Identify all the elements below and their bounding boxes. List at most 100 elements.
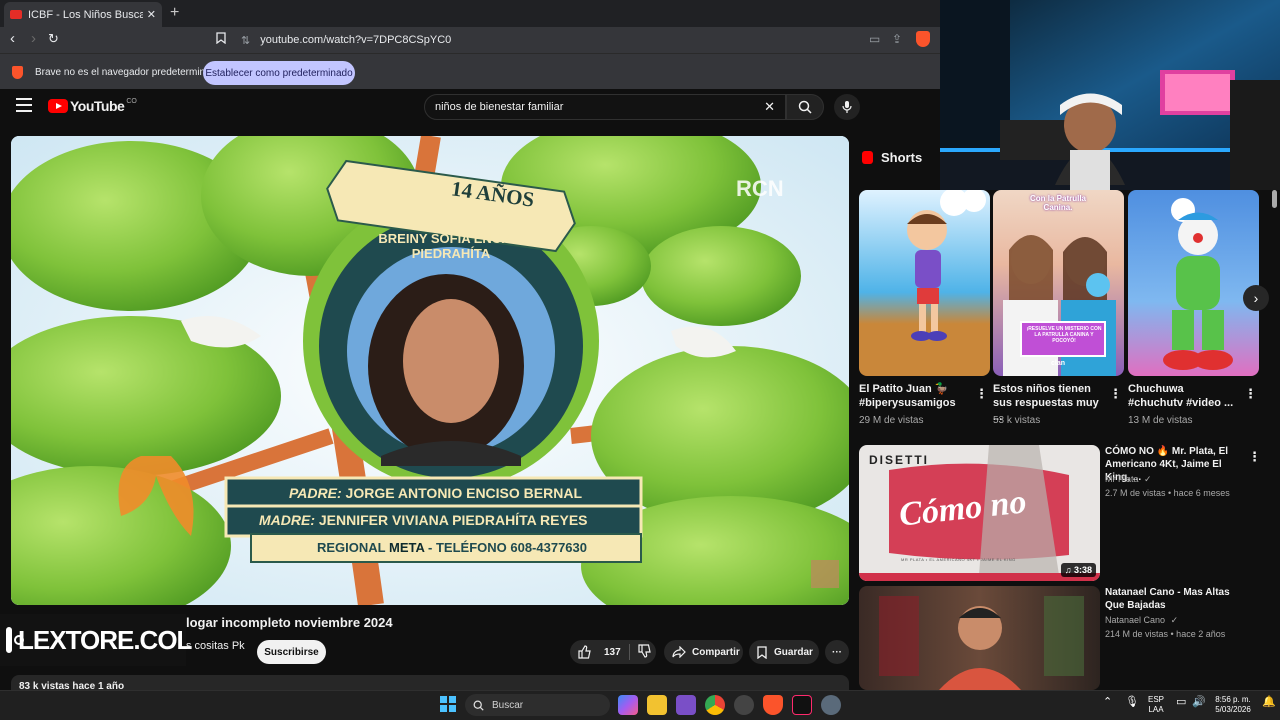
search-value: niños de bienestar familiar — [435, 101, 564, 113]
page-scrollbar[interactable] — [1271, 190, 1278, 688]
brave-logo-icon — [12, 66, 23, 79]
shorts-mini-icon: ♫ — [1064, 565, 1072, 575]
notification-icon[interactable]: 🔔 — [1262, 697, 1276, 708]
url-text: youtube.com/watch?v=7DPC8CSpYC0 — [260, 34, 452, 46]
browser-tab[interactable]: ICBF - Los Niños Buscan Su Hog ✕ — [4, 2, 162, 27]
app-icon[interactable] — [676, 695, 696, 715]
tiktok-icon[interactable] — [792, 695, 812, 715]
search-icon — [473, 700, 484, 711]
voice-search-button[interactable] — [834, 94, 860, 120]
search-button[interactable] — [786, 94, 824, 120]
verified-icon: ✓ — [1170, 615, 1179, 625]
channel-watermark: RCN — [736, 176, 784, 201]
infobar-message: Brave no es el navegador predeterminado — [35, 67, 222, 78]
short-menu-icon[interactable]: ⋮ — [975, 386, 988, 402]
video-player[interactable]: 14 AÑOS BREINY SOFÍA ENCISO PIEDRAHÍTA P… — [11, 136, 849, 605]
overlay-padre-row: PADRE: JORGE ANTONIO ENCISO BERNAL — [289, 485, 582, 501]
save-button[interactable]: Guardar — [749, 640, 819, 664]
stream-watermark-text: LEXTORE.COL — [18, 624, 192, 655]
forward-icon[interactable]: › — [31, 30, 36, 47]
network-icon[interactable]: ▭ — [1176, 697, 1186, 708]
short-thumbnail[interactable]: Con la Patrulla Canina. ¡RESUELVE UN MIS… — [993, 190, 1124, 376]
new-tab-button[interactable]: + — [170, 4, 179, 22]
system-clock[interactable]: 8:56 p. m. 5/03/2026 — [1210, 695, 1256, 715]
shorts-icon — [862, 151, 873, 164]
related-channel[interactable]: Natanael Cano ✓ — [1105, 615, 1178, 626]
overlay-padre-name: JORGE ANTONIO ENCISO BERNAL — [345, 485, 582, 501]
cartoon-boy-thumb — [907, 190, 986, 341]
short-thumb-badge: ¡RESUELVE UN MISTERIO CON LA PATRULLA CA… — [1026, 326, 1102, 344]
video-frame — [11, 136, 849, 605]
taskbar-search[interactable]: Buscar — [465, 694, 610, 716]
save-label: Guardar — [774, 646, 813, 658]
clown-thumb — [1163, 198, 1233, 370]
share-page-icon[interactable]: ⇪ — [892, 32, 902, 46]
clock-app-icon[interactable] — [734, 695, 754, 715]
site-info-icon[interactable]: ⇅ — [241, 34, 250, 47]
like-button[interactable]: 137 — [578, 645, 621, 659]
brave-shields-icon[interactable] — [916, 31, 930, 47]
short-title[interactable]: El Patito Juan 🦆 #biperysusamigos — [859, 382, 971, 410]
shorts-next-button[interactable]: › — [1243, 285, 1269, 311]
youtube-logo[interactable]: YouTube CO — [48, 98, 137, 114]
video-duration: ♫ 3:38 — [1060, 563, 1096, 577]
dislike-button[interactable] — [638, 643, 652, 661]
related-menu-icon[interactable]: ⋮ — [1248, 449, 1261, 465]
back-icon[interactable]: ‹ — [10, 30, 15, 47]
clock-time: 8:56 p. m. — [1215, 695, 1251, 704]
file-explorer-icon[interactable] — [647, 695, 667, 715]
address-bar[interactable]: ⇅ youtube.com/watch?v=7DPC8CSpYC0 — [235, 29, 905, 51]
subscribe-button[interactable]: Suscribirse — [257, 640, 326, 664]
short-menu-icon[interactable]: ⋮ — [1109, 386, 1122, 402]
overlay-region: META — [389, 540, 425, 555]
settings-gear-icon[interactable] — [821, 695, 841, 715]
related-video-title[interactable]: Natanael Cano - Mas Altas Que Bajadas — [1105, 586, 1245, 612]
related-video-thumbnail[interactable] — [859, 586, 1100, 690]
brave-taskbar-icon[interactable] — [763, 695, 783, 715]
short-views: 29 M de vistas — [859, 415, 924, 426]
instagram-icon — [6, 627, 24, 653]
video-title: logar incompleto noviembre 2024 — [186, 615, 393, 630]
copilot-icon[interactable] — [618, 695, 638, 715]
chrome-icon[interactable] — [705, 695, 725, 715]
tab-close-icon[interactable]: ✕ — [147, 8, 156, 21]
bookmark-icon[interactable] — [216, 32, 226, 47]
share-label: Compartir — [692, 646, 740, 658]
youtube-play-icon — [48, 99, 68, 113]
clock-date: 5/03/2026 — [1215, 705, 1251, 714]
channel-name[interactable]: s cositas Pk — [186, 640, 245, 652]
related-channel[interactable]: Mr Plata ✓ — [1105, 474, 1152, 485]
thumbs-up-icon — [578, 645, 591, 659]
volume-icon[interactable]: 🔊 — [1192, 697, 1206, 708]
shorts-title: Shorts — [881, 150, 923, 165]
overlay-madre-row: MADRE: JENNIFER VIVIANA PIEDRAHÍTA REYES — [259, 512, 588, 528]
like-count: 137 — [604, 646, 621, 658]
search-input[interactable]: niños de bienestar familiar ✕ — [424, 94, 786, 120]
search-icon — [798, 100, 812, 114]
related-meta: 2.7 M de vistas • hace 6 meses — [1105, 488, 1230, 498]
short-views: 53 k vistas — [993, 415, 1041, 426]
reload-icon[interactable]: ↻ — [48, 31, 59, 47]
short-thumbnail[interactable] — [1128, 190, 1259, 376]
microphone-icon — [842, 101, 852, 113]
more-actions-button[interactable]: ··· — [825, 640, 849, 664]
tray-mic-icon[interactable]: 🎙 — [1125, 697, 1139, 708]
share-button[interactable]: Compartir — [664, 640, 743, 664]
chevron-right-icon: › — [1253, 290, 1259, 306]
short-thumbnail[interactable] — [859, 190, 990, 376]
streamer-camera-feed — [940, 0, 1280, 190]
short-menu-icon[interactable]: ⋮ — [1244, 386, 1257, 402]
windows-start-icon[interactable] — [440, 696, 456, 712]
shorts-header: Shorts — [862, 150, 922, 165]
short-title[interactable]: Chuchuwa #chuchutv #video ... — [1128, 382, 1240, 410]
language-indicator[interactable]: ESP LAA — [1148, 695, 1164, 715]
cast-icon[interactable]: ▭ — [869, 32, 880, 46]
related-video-thumbnail[interactable]: DISETTI Cómo no MR PLATA • EL AMERICANO … — [859, 445, 1100, 581]
tray-overflow-icon[interactable]: ⌃ — [1103, 697, 1112, 708]
clear-search-icon[interactable]: ✕ — [764, 99, 775, 115]
clan-logo: clan — [1051, 360, 1066, 367]
country-code: CO — [126, 98, 137, 105]
short-views: 13 M de vistas — [1128, 415, 1193, 426]
set-default-button[interactable]: Establecer como predeterminado — [203, 61, 355, 85]
hamburger-menu-icon[interactable] — [16, 98, 32, 116]
